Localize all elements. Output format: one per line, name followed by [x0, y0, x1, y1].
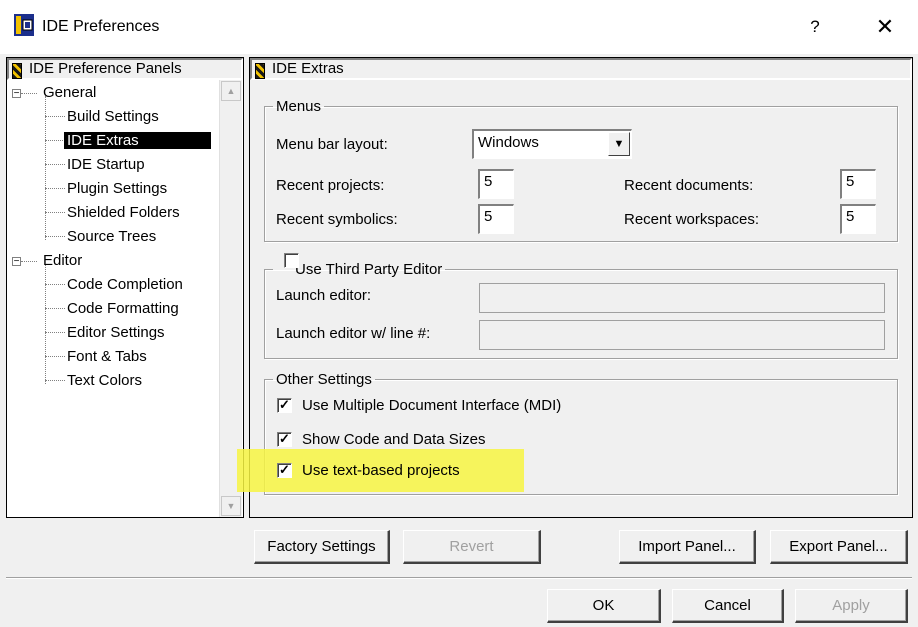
tree-line [45, 96, 46, 240]
separator [6, 577, 912, 579]
tree-item-text-colors[interactable]: Text Colors [64, 370, 145, 392]
menu-bar-layout-value: Windows [478, 134, 539, 151]
menus-legend: Menus [276, 98, 322, 115]
revert-button[interactable]: Revert [403, 530, 541, 564]
cancel-button[interactable]: Cancel [672, 589, 784, 623]
recent-workspaces-label: Recent workspaces: [624, 211, 760, 228]
tree-line [45, 164, 65, 165]
app-icon [14, 14, 34, 36]
tree-item-ide-startup[interactable]: IDE Startup [64, 154, 148, 176]
apply-button[interactable]: Apply [795, 589, 908, 623]
panel-header: IDE Extras [250, 58, 912, 80]
recent-projects-label: Recent projects: [276, 177, 385, 194]
tree-line [45, 308, 65, 309]
scroll-up-icon[interactable]: ▲ [221, 81, 241, 101]
window-title: IDE Preferences [42, 18, 160, 35]
tree-line [45, 356, 65, 357]
tree-line [45, 140, 65, 141]
text-based-projects-label: Use text-based projects [302, 462, 460, 479]
tree-line [45, 264, 46, 384]
menu-bar-layout-select[interactable]: Windows ▼ [472, 129, 632, 159]
scroll-down-icon[interactable]: ▼ [221, 496, 241, 516]
export-panel-button[interactable]: Export Panel... [770, 530, 908, 564]
recent-documents-input[interactable]: 5 [840, 169, 876, 199]
tree-line [45, 116, 65, 117]
tree-item-code-completion[interactable]: Code Completion [64, 274, 186, 296]
recent-projects-input[interactable]: 5 [478, 169, 514, 199]
tree-item-build-settings[interactable]: Build Settings [64, 106, 162, 128]
tree-line [45, 188, 65, 189]
help-button[interactable]: ? [800, 10, 830, 44]
tree-item-code-formatting[interactable]: Code Formatting [64, 298, 182, 320]
menu-bar-layout-label: Menu bar layout: [276, 136, 388, 153]
tree-line [45, 380, 65, 381]
close-button[interactable]: ✕ [868, 10, 902, 44]
tree-item-ide-extras[interactable]: IDE Extras [64, 130, 211, 152]
ok-button[interactable]: OK [547, 589, 661, 623]
third-party-legend-label: Use Third Party Editor [295, 261, 443, 278]
collapse-editor-icon[interactable]: − [12, 257, 21, 267]
recent-symbolics-input[interactable]: 5 [478, 204, 514, 234]
tree-line [21, 261, 37, 262]
tree-header-label: IDE Preference Panels [29, 60, 182, 77]
recent-workspaces-input[interactable]: 5 [840, 204, 876, 234]
recent-documents-label: Recent documents: [624, 177, 754, 194]
recent-symbolics-label: Recent symbolics: [276, 211, 398, 228]
launch-editor-label: Launch editor: [276, 287, 372, 304]
launch-editor-line-label: Launch editor w/ line #: [276, 325, 431, 342]
other-settings-legend: Other Settings [276, 371, 372, 388]
launch-editor-line-input[interactable] [479, 320, 885, 350]
text-based-projects-checkbox[interactable]: ✓ [277, 463, 292, 478]
tree-line [45, 236, 65, 237]
show-sizes-label: Show Code and Data Sizes [302, 431, 486, 448]
show-sizes-checkbox[interactable]: ✓ [277, 432, 292, 447]
tree-item-editor[interactable]: Editor [40, 250, 85, 272]
collapse-general-icon[interactable]: − [12, 89, 21, 99]
tree-item-plugin-settings[interactable]: Plugin Settings [64, 178, 170, 200]
use-third-party-editor-checkbox[interactable] [284, 253, 299, 268]
chevron-down-icon[interactable]: ▼ [608, 132, 630, 156]
tree-header: IDE Preference Panels [7, 58, 243, 80]
tree-line [21, 93, 37, 94]
preference-panels-tree: IDE Preference Panels − General Build Se… [6, 57, 244, 518]
factory-settings-button[interactable]: Factory Settings [254, 530, 390, 564]
tree-line [45, 332, 65, 333]
panel-header-icon [255, 63, 265, 79]
tree-item-general[interactable]: General [40, 82, 99, 104]
background-window-fragment: ▔▔▔▔▔▔▔▔▔▔▔▔▔▔▔▔▔▔▔▔▔ [300, 0, 510, 8]
tree-line [45, 212, 65, 213]
launch-editor-input[interactable] [479, 283, 885, 313]
mdi-label: Use Multiple Document Interface (MDI) [302, 397, 562, 414]
tree-line [45, 284, 65, 285]
panel-header-label: IDE Extras [272, 60, 344, 77]
tree-item-editor-settings[interactable]: Editor Settings [64, 322, 168, 344]
tree-item-font-tabs[interactable]: Font & Tabs [64, 346, 150, 368]
mdi-checkbox[interactable]: ✓ [277, 398, 292, 413]
panel-header-icon [12, 63, 22, 79]
import-panel-button[interactable]: Import Panel... [619, 530, 756, 564]
tree-item-shielded-folders[interactable]: Shielded Folders [64, 202, 183, 224]
tree-item-source-trees[interactable]: Source Trees [64, 226, 159, 248]
tree-view: − General Build Settings IDE Extras IDE … [7, 82, 219, 517]
